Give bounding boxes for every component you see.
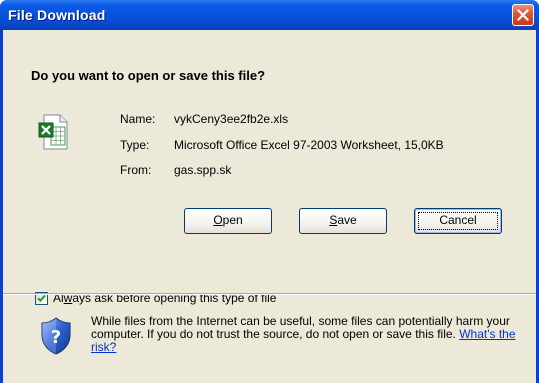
save-button[interactable]: Save xyxy=(299,208,387,234)
window-title: File Download xyxy=(8,7,106,23)
separator-highlight xyxy=(3,294,536,295)
file-from-value: gas.spp.sk xyxy=(174,163,232,177)
dialog-question: Do you want to open or save this file? xyxy=(31,68,266,83)
open-button-accelerator: O xyxy=(213,213,223,227)
file-type-label: Type: xyxy=(120,138,150,152)
svg-text:?: ? xyxy=(51,327,61,348)
close-icon xyxy=(517,9,529,21)
file-name-value: vykCeny3ee2fb2e.xls xyxy=(174,112,289,126)
security-warning-text: While files from the Internet can be use… xyxy=(91,315,521,354)
file-download-window: File Download Do you want to open or sav… xyxy=(0,0,539,383)
warning-message: While files from the Internet can be use… xyxy=(91,314,510,341)
file-from-label: From: xyxy=(120,163,152,177)
excel-file-icon xyxy=(38,114,68,150)
open-button-label: pen xyxy=(222,213,243,227)
focus-rectangle xyxy=(418,212,498,230)
cancel-button[interactable]: Cancel xyxy=(414,208,502,234)
file-type-value: Microsoft Office Excel 97-2003 Worksheet… xyxy=(174,138,444,152)
file-name-label: Name: xyxy=(120,112,156,126)
security-shield-icon: ? xyxy=(41,317,71,355)
save-button-label: ave xyxy=(337,213,357,227)
title-bar[interactable]: File Download xyxy=(0,0,539,30)
close-button[interactable] xyxy=(512,4,534,26)
open-button[interactable]: Open xyxy=(184,208,272,234)
